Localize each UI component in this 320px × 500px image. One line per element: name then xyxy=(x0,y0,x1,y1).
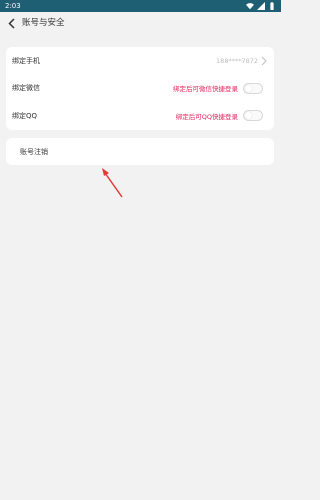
account-binding-card: 绑定手机 188****7872 绑定微信 绑定后可微信快捷登录 绑定QQ 绑定… xyxy=(6,47,274,130)
chevron-left-icon xyxy=(7,17,15,29)
back-button[interactable] xyxy=(5,16,17,30)
bind-wechat-row: 绑定微信 绑定后可微信快捷登录 xyxy=(6,75,274,103)
bind-qq-label: 绑定QQ xyxy=(12,111,38,120)
chevron-right-icon xyxy=(261,56,267,66)
bind-phone-row[interactable]: 绑定手机 188****7872 xyxy=(6,47,274,75)
qq-toggle[interactable] xyxy=(243,110,263,122)
bind-qq-row: 绑定QQ 绑定后可QQ快捷登录 xyxy=(6,102,274,130)
status-bar: 2:03 xyxy=(0,0,281,12)
bind-wechat-hint: 绑定后可微信快捷登录 xyxy=(173,85,238,94)
bind-qq-hint: 绑定后可QQ快捷登录 xyxy=(175,112,238,121)
bind-phone-label: 绑定手机 xyxy=(12,56,40,65)
status-time: 2:03 xyxy=(5,2,21,10)
wifi-icon xyxy=(246,3,254,10)
wechat-toggle[interactable] xyxy=(243,82,263,94)
page-title: 账号与安全 xyxy=(22,18,65,28)
app-header: 账号与安全 xyxy=(0,12,281,34)
cancel-account-row[interactable]: 账号注销 xyxy=(6,138,274,165)
annotation-arrow-icon xyxy=(102,168,123,198)
status-icons xyxy=(246,2,276,10)
cancel-account-label: 账号注销 xyxy=(20,148,48,156)
signal-icon xyxy=(257,2,265,10)
bind-wechat-label: 绑定微信 xyxy=(12,84,40,93)
bind-phone-value: 188****7872 xyxy=(216,56,258,65)
battery-icon xyxy=(270,2,274,10)
